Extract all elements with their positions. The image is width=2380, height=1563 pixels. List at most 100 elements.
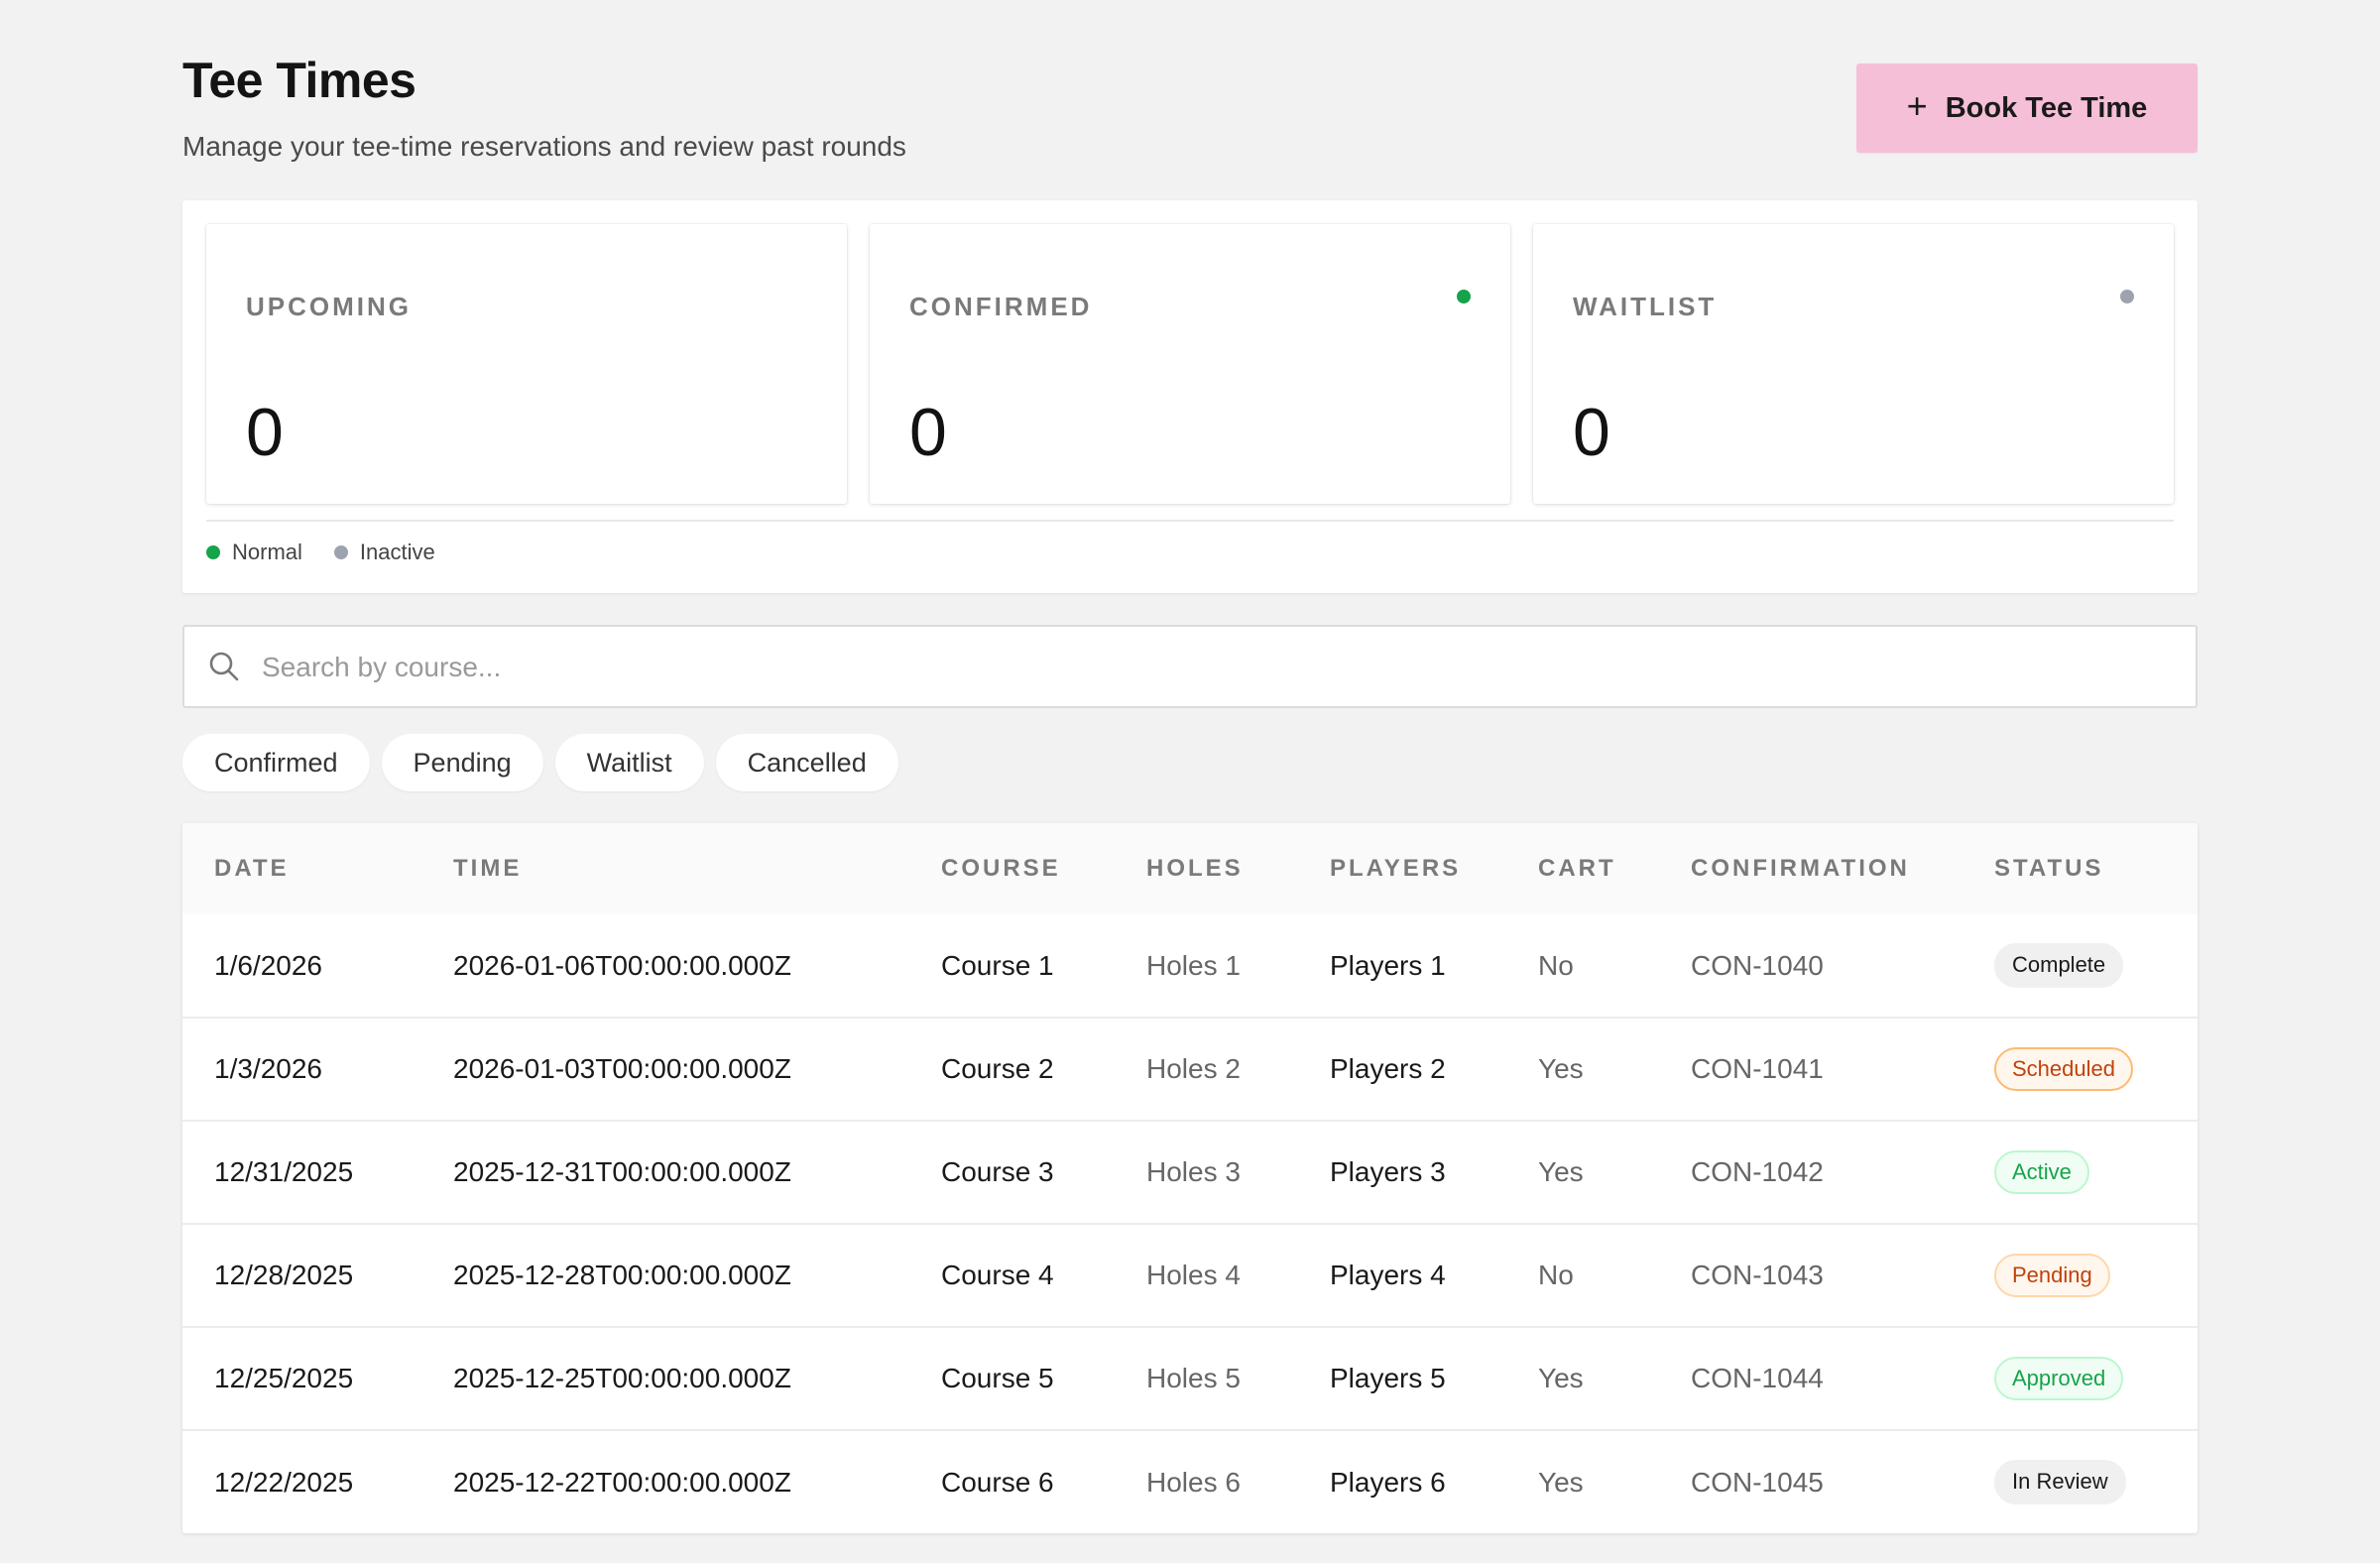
- cell-holes: Holes 3: [1146, 1156, 1241, 1187]
- table-row[interactable]: 12/31/2025 2025-12-31T00:00:00.000Z Cour…: [182, 1121, 2198, 1224]
- cell-cart: Yes: [1538, 1466, 1584, 1498]
- cell-cart: No: [1538, 1260, 1574, 1290]
- book-tee-time-button[interactable]: + Book Tee Time: [1856, 63, 2198, 153]
- search-input[interactable]: [260, 627, 2148, 708]
- status-badge: Approved: [1994, 1356, 2124, 1401]
- legend-item-normal: Normal: [206, 540, 302, 565]
- stat-label: CONFIRMED: [909, 292, 1093, 321]
- filter-chip-cancelled[interactable]: Cancelled: [715, 734, 898, 791]
- filter-chip-pending[interactable]: Pending: [381, 734, 543, 791]
- cell-status: Complete: [1963, 914, 2198, 1018]
- page-subtitle: Manage your tee-time reservations and re…: [182, 131, 906, 162]
- cell-time: 2025-12-28T00:00:00.000Z: [453, 1260, 791, 1290]
- cell-time: 2025-12-25T00:00:00.000Z: [453, 1363, 791, 1393]
- cell-date: 1/3/2026: [214, 1053, 322, 1084]
- cell-holes: Holes 5: [1146, 1363, 1241, 1393]
- cell-time: 2025-12-22T00:00:00.000Z: [453, 1466, 791, 1498]
- filter-chips: Confirmed Pending Waitlist Cancelled: [182, 734, 898, 791]
- cell-status: Scheduled: [1963, 1018, 2198, 1121]
- column-header-cart[interactable]: CART: [1506, 823, 1659, 914]
- cell-players: Players 1: [1330, 949, 1446, 981]
- cell-holes: Holes 4: [1146, 1260, 1241, 1290]
- cell-cart: Yes: [1538, 1156, 1584, 1187]
- status-badge: Pending: [1994, 1253, 2110, 1298]
- cell-time: 2025-12-31T00:00:00.000Z: [453, 1156, 791, 1187]
- stat-value: 0: [1573, 395, 1610, 470]
- cell-holes: Holes 6: [1146, 1466, 1241, 1498]
- cell-confirmation: CON-1041: [1691, 1053, 1824, 1084]
- cell-players: Players 3: [1330, 1156, 1446, 1187]
- cell-course: Course 4: [941, 1260, 1054, 1290]
- cell-cart: No: [1538, 949, 1574, 981]
- table-row[interactable]: 1/6/2026 2026-01-06T00:00:00.000Z Course…: [182, 914, 2198, 1018]
- column-header-time[interactable]: TIME: [421, 823, 909, 914]
- stat-value: 0: [909, 395, 947, 470]
- filter-chip-confirmed[interactable]: Confirmed: [182, 734, 370, 791]
- stat-card-confirmed: CONFIRMED 0: [870, 224, 1510, 504]
- cell-date: 12/22/2025: [214, 1466, 354, 1498]
- legend-label: Inactive: [359, 540, 435, 564]
- column-header-players[interactable]: PLAYERS: [1298, 823, 1506, 914]
- cell-players: Players 2: [1330, 1053, 1446, 1084]
- search-icon: [209, 652, 239, 681]
- cell-status: In Review: [1963, 1430, 2198, 1533]
- table-row[interactable]: 12/28/2025 2025-12-28T00:00:00.000Z Cour…: [182, 1224, 2198, 1327]
- legend-dot: [333, 545, 348, 559]
- cell-date: 12/25/2025: [214, 1363, 354, 1393]
- stat-value: 0: [246, 395, 284, 470]
- table-header-row: DATE TIME COURSE HOLES PLAYERS CART CONF…: [182, 823, 2198, 914]
- cell-confirmation: CON-1044: [1691, 1363, 1824, 1393]
- status-badge: Scheduled: [1994, 1046, 2133, 1092]
- column-header-status[interactable]: STATUS: [1963, 823, 2198, 914]
- table-row[interactable]: 12/25/2025 2025-12-25T00:00:00.000Z Cour…: [182, 1327, 2198, 1430]
- cell-cart: Yes: [1538, 1053, 1584, 1084]
- book-tee-time-label: Book Tee Time: [1945, 91, 2148, 124]
- table-row[interactable]: 12/22/2025 2025-12-22T00:00:00.000Z Cour…: [182, 1430, 2198, 1533]
- column-header-date[interactable]: DATE: [182, 823, 421, 914]
- legend: Normal Inactive: [206, 540, 435, 565]
- cell-status: Approved: [1963, 1327, 2198, 1430]
- cell-confirmation: CON-1043: [1691, 1260, 1824, 1290]
- cell-course: Course 3: [941, 1156, 1054, 1187]
- column-header-course[interactable]: COURSE: [909, 823, 1115, 914]
- cell-cart: Yes: [1538, 1363, 1584, 1393]
- stat-card-waitlist: WAITLIST 0: [1533, 224, 2174, 504]
- cell-time: 2026-01-06T00:00:00.000Z: [453, 949, 791, 981]
- status-dot: [1457, 290, 1471, 303]
- legend-label: Normal: [232, 540, 302, 564]
- cell-status: Active: [1963, 1121, 2198, 1224]
- stat-label: WAITLIST: [1573, 292, 1718, 321]
- stat-label: UPCOMING: [246, 292, 412, 321]
- cell-date: 12/31/2025: [214, 1156, 354, 1187]
- cell-course: Course 6: [941, 1466, 1054, 1498]
- stat-card-upcoming: UPCOMING 0: [206, 224, 847, 504]
- legend-item-inactive: Inactive: [333, 540, 435, 565]
- cell-confirmation: CON-1045: [1691, 1466, 1824, 1498]
- column-header-holes[interactable]: HOLES: [1115, 823, 1298, 914]
- cell-players: Players 5: [1330, 1363, 1446, 1393]
- status-badge: In Review: [1994, 1460, 2126, 1504]
- cell-status: Pending: [1963, 1224, 2198, 1327]
- status-dot: [2120, 290, 2134, 303]
- table-row[interactable]: 1/3/2026 2026-01-03T00:00:00.000Z Course…: [182, 1018, 2198, 1121]
- cell-course: Course 2: [941, 1053, 1054, 1084]
- status-badge: Complete: [1994, 943, 2124, 988]
- cell-course: Course 5: [941, 1363, 1054, 1393]
- cell-date: 1/6/2026: [214, 949, 322, 981]
- cell-date: 12/28/2025: [214, 1260, 354, 1290]
- cell-time: 2026-01-03T00:00:00.000Z: [453, 1053, 791, 1084]
- tee-times-table: DATE TIME COURSE HOLES PLAYERS CART CONF…: [182, 823, 2198, 1533]
- legend-dot: [206, 545, 220, 559]
- cell-confirmation: CON-1040: [1691, 949, 1824, 981]
- search-box[interactable]: [182, 625, 2198, 708]
- cell-holes: Holes 1: [1146, 949, 1241, 981]
- column-header-confirmation[interactable]: CONFIRMATION: [1659, 823, 1963, 914]
- cell-confirmation: CON-1042: [1691, 1156, 1824, 1187]
- cell-holes: Holes 2: [1146, 1053, 1241, 1084]
- stats-panel: UPCOMING 0 CONFIRMED 0 WAITLIST 0 Normal…: [182, 200, 2198, 593]
- divider: [206, 520, 2174, 522]
- filter-chip-waitlist[interactable]: Waitlist: [554, 734, 704, 791]
- cell-players: Players 6: [1330, 1466, 1446, 1498]
- status-badge: Active: [1994, 1149, 2089, 1195]
- page-title: Tee Times: [182, 53, 416, 108]
